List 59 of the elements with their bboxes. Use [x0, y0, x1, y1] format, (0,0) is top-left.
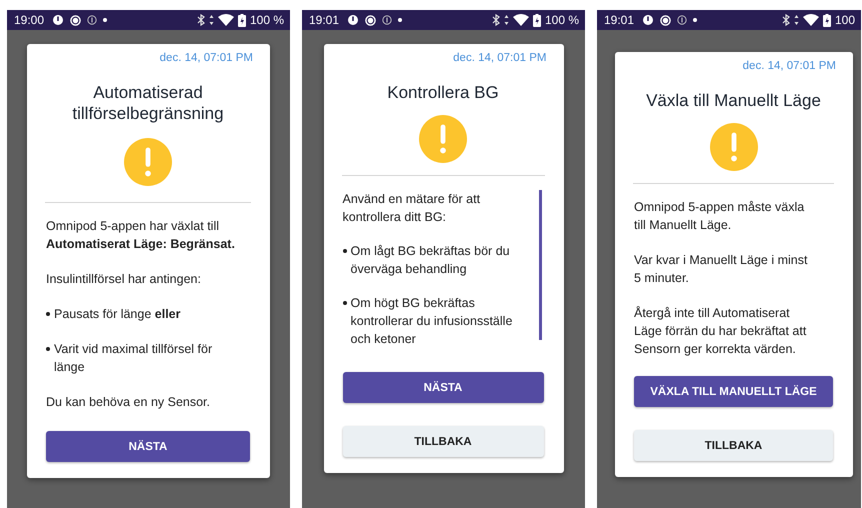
primary-button[interactable]: VÄXLA TILL MANUELLT LÄGE — [634, 376, 833, 407]
bullet-icon — [46, 312, 50, 316]
body-text: Du kan behöva en ny Sensor. — [46, 394, 212, 411]
timestamp: dec. 14, 07:01 PM — [742, 60, 836, 72]
status-time: 19:01 — [604, 13, 634, 27]
battery-icon — [238, 14, 246, 26]
battery-percent: 100 % — [544, 13, 579, 27]
secondary-button[interactable]: TILLBAKA — [634, 430, 833, 461]
primary-button[interactable]: NÄSTA — [342, 372, 544, 403]
bluetooth-icon — [196, 14, 205, 26]
dialog-title: Växla till Manuellt Läge — [645, 90, 822, 111]
info-icon — [87, 15, 98, 25]
bullet-text: Om högt BG bekräftas kontrollerar du infusionsställe och ketoner — [350, 295, 514, 348]
timestamp: dec. 14, 07:01 PM — [158, 52, 253, 64]
data-arrows-icon — [794, 14, 799, 26]
primary-button[interactable]: NÄSTA — [46, 431, 250, 462]
secondary-button[interactable]: TILLBAKA — [342, 426, 544, 457]
bullet-icon — [46, 347, 50, 351]
battery-icon — [822, 14, 831, 26]
battery-percent: 100 % — [250, 13, 284, 27]
bullet-icon — [342, 249, 346, 253]
bluetooth-icon — [782, 14, 790, 26]
data-arrows-icon — [208, 14, 214, 26]
body-text: Omnipod 5-appen måste växla till Manuellt Läge. — [634, 199, 806, 234]
body-text: Återgå inte till Automatiserat Läge förrän du har bekräftat att Sensorn ger korrekta värden. — [634, 305, 808, 358]
info-icon — [382, 15, 392, 25]
record-icon — [70, 14, 82, 26]
body-text: Insulintillförsel har antingen: — [46, 271, 202, 288]
status-time: 19:00 — [14, 13, 44, 27]
wifi-icon — [512, 14, 529, 26]
record-icon — [365, 14, 376, 26]
bullet-text: Varit vid maximal tillförsel för länge — [54, 341, 214, 376]
alert-icon — [642, 14, 654, 26]
bullet-icon — [342, 301, 346, 305]
battery-percent: 100 — [834, 13, 855, 27]
warning-icon — [710, 123, 758, 171]
bluetooth-icon — [492, 14, 500, 26]
warning-icon — [124, 138, 172, 186]
status-time: 19:01 — [309, 13, 340, 27]
dot-icon — [398, 18, 402, 22]
bullet-text: Om lågt BG bekräftas bör du överväga behandling — [350, 243, 511, 278]
dialog-title: Automatiserad tillförselbegränsning — [71, 82, 225, 124]
alert-icon — [52, 14, 64, 26]
body-text: Använd en mätare för att kontrollera ditt BG: — [342, 191, 482, 226]
body-text: Var kvar i Manuellt Läge i minst 5 minuter. — [634, 252, 808, 287]
data-arrows-icon — [504, 14, 509, 26]
dot-icon — [693, 18, 698, 22]
alert-icon — [347, 14, 360, 26]
record-icon — [660, 14, 672, 26]
info-icon — [677, 15, 688, 25]
battery-icon — [532, 14, 541, 26]
warning-icon — [419, 115, 467, 163]
body-text: Omnipod 5-appen har växlat till Automatiserat Läge: Begränsat. — [46, 218, 236, 253]
dialog-title: Kontrollera BG — [386, 82, 500, 103]
wifi-icon — [218, 14, 234, 26]
bullet-text: Pausats för länge eller — [54, 306, 180, 323]
dot-icon — [103, 18, 108, 22]
timestamp: dec. 14, 07:01 PM — [452, 52, 546, 64]
wifi-icon — [802, 14, 819, 26]
